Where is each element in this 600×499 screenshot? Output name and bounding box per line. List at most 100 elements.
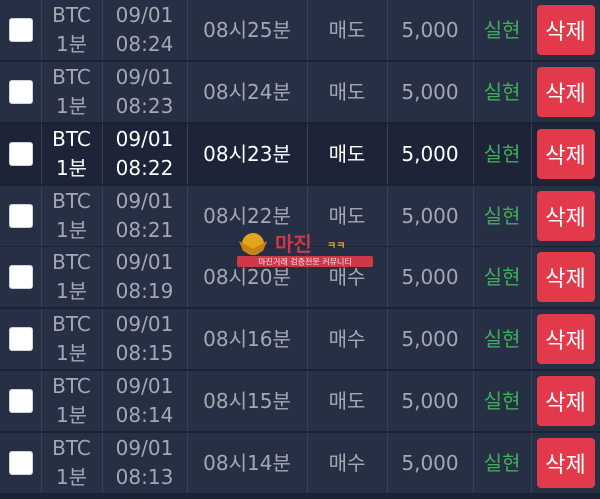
status-badge: 실현 <box>483 141 521 166</box>
symbol-cell: BTC 1분 <box>41 0 103 60</box>
symbol-cell: BTC 1분 <box>41 62 103 122</box>
symbol-cell: BTC 1분 <box>41 309 103 369</box>
row-checkbox-cell <box>0 0 42 60</box>
interval: 1분 <box>55 218 88 242</box>
row-checkbox[interactable] <box>8 204 33 228</box>
symbol-cell: BTC 1분 <box>41 433 103 493</box>
table-row: BTC 1분 09/01 08:22 08시23분 매도 5,000 실현 삭제 <box>0 124 600 186</box>
amount-cell: 5,000 <box>387 433 474 493</box>
delete-cell: 삭제 <box>531 124 600 184</box>
delete-cell: 삭제 <box>531 62 600 122</box>
date: 09/01 <box>115 3 174 27</box>
row-checkbox-cell <box>0 124 42 184</box>
amount: 5,000 <box>401 388 459 413</box>
table-row: BTC 1분 09/01 08:13 08시14분 매수 5,000 실현 삭제 <box>0 433 600 495</box>
status-cell: 실현 <box>473 186 532 246</box>
watermark-brand: 마진 <box>275 232 312 256</box>
slot: 08시22분 <box>203 203 291 228</box>
row-checkbox-cell <box>0 62 42 122</box>
watermark-mark: ㅋㅋ <box>327 241 345 252</box>
table-row: BTC 1분 09/01 08:24 08시25분 매도 5,000 실현 삭제 <box>0 0 600 62</box>
datetime-cell: 09/01 08:24 <box>102 0 188 60</box>
row-checkbox[interactable] <box>8 389 33 413</box>
slot: 08시25분 <box>203 17 291 42</box>
time: 08:21 <box>115 218 174 242</box>
symbol: BTC <box>52 189 91 213</box>
interval: 1분 <box>55 341 88 365</box>
row-checkbox[interactable] <box>8 265 33 289</box>
interval: 1분 <box>55 32 88 56</box>
symbol: BTC <box>52 312 91 336</box>
delete-button[interactable]: 삭제 <box>536 5 595 55</box>
side: 매도 <box>328 17 366 42</box>
amount: 5,000 <box>401 264 459 289</box>
symbol-cell: BTC 1분 <box>41 124 103 184</box>
delete-button[interactable]: 삭제 <box>536 129 595 179</box>
datetime-cell: 09/01 08:13 <box>102 433 188 493</box>
amount: 5,000 <box>401 17 459 42</box>
slot-cell: 08시24분 <box>187 62 308 122</box>
symbol-cell: BTC 1분 <box>41 186 103 246</box>
interval: 1분 <box>55 156 88 180</box>
time: 08:23 <box>115 94 174 118</box>
amount: 5,000 <box>401 450 459 475</box>
status-cell: 실현 <box>473 433 532 493</box>
status-badge: 실현 <box>483 203 521 228</box>
row-checkbox[interactable] <box>8 451 33 475</box>
delete-button[interactable]: 삭제 <box>536 376 595 426</box>
watermark-logo: 마진 ㅋㅋ 마진거래 검증전문 커뮤니티 <box>237 232 373 267</box>
slot: 08시24분 <box>203 79 291 104</box>
row-checkbox[interactable] <box>8 18 33 42</box>
slot-cell: 08시23분 <box>187 124 308 184</box>
delete-button[interactable]: 삭제 <box>536 191 595 241</box>
row-checkbox[interactable] <box>8 327 33 351</box>
row-checkbox-cell <box>0 433 42 493</box>
date: 09/01 <box>115 189 174 213</box>
side: 매도 <box>328 388 366 413</box>
symbol-cell: BTC 1분 <box>41 247 103 307</box>
amount-cell: 5,000 <box>387 0 474 60</box>
status-badge: 실현 <box>483 388 521 413</box>
side: 매도 <box>328 203 366 228</box>
row-checkbox-cell <box>0 247 42 307</box>
delete-cell: 삭제 <box>531 186 600 246</box>
eagle-emblem-icon <box>239 233 267 255</box>
amount: 5,000 <box>401 326 459 351</box>
table-row: BTC 1분 09/01 08:14 08시15분 매도 5,000 실현 삭제 <box>0 371 600 433</box>
status-badge: 실현 <box>483 264 521 289</box>
date: 09/01 <box>115 436 174 460</box>
symbol: BTC <box>52 3 91 27</box>
delete-button[interactable]: 삭제 <box>536 314 595 364</box>
datetime-cell: 09/01 08:23 <box>102 62 188 122</box>
slot: 08시16분 <box>203 326 291 351</box>
row-checkbox[interactable] <box>8 80 33 104</box>
delete-cell: 삭제 <box>531 433 600 493</box>
time: 08:19 <box>115 279 174 303</box>
symbol: BTC <box>52 436 91 460</box>
side-cell: 매수 <box>307 433 388 493</box>
delete-button[interactable]: 삭제 <box>536 252 595 302</box>
time: 08:13 <box>115 465 174 489</box>
delete-button[interactable]: 삭제 <box>536 67 595 117</box>
symbol: BTC <box>52 250 91 274</box>
delete-cell: 삭제 <box>531 247 600 307</box>
amount-cell: 5,000 <box>387 186 474 246</box>
datetime-cell: 09/01 08:19 <box>102 247 188 307</box>
amount: 5,000 <box>401 79 459 104</box>
side-cell: 매도 <box>307 62 388 122</box>
row-checkbox-cell <box>0 371 42 431</box>
row-checkbox[interactable] <box>8 142 33 166</box>
side: 매도 <box>328 79 366 104</box>
amount-cell: 5,000 <box>387 62 474 122</box>
status-cell: 실현 <box>473 62 532 122</box>
status-cell: 실현 <box>473 124 532 184</box>
datetime-cell: 09/01 08:21 <box>102 186 188 246</box>
slot: 08시23분 <box>203 141 291 166</box>
interval: 1분 <box>55 279 88 303</box>
side-cell: 매도 <box>307 0 388 60</box>
datetime-cell: 09/01 08:14 <box>102 371 188 431</box>
symbol: BTC <box>52 127 91 151</box>
side-cell: 매수 <box>307 309 388 369</box>
delete-button[interactable]: 삭제 <box>536 438 595 488</box>
status-cell: 실현 <box>473 0 532 60</box>
